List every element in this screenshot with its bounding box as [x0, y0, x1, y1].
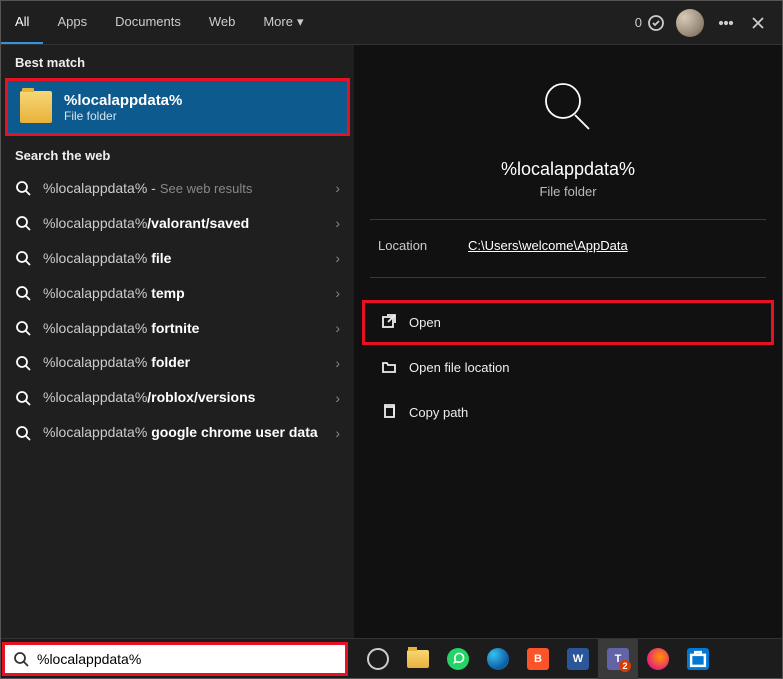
- search-icon: [533, 73, 603, 143]
- tab-web[interactable]: Web: [195, 1, 250, 44]
- web-suggestion[interactable]: %localappdata% -See web results ›: [1, 171, 354, 206]
- chevron-right-icon: ›: [335, 320, 340, 336]
- open-loc-icon: [381, 358, 397, 377]
- chevron-right-icon: ›: [335, 425, 340, 441]
- suggestion-text: %localappdata% temp: [43, 284, 323, 303]
- chevron-right-icon: ›: [335, 285, 340, 301]
- location-label: Location: [378, 238, 468, 253]
- close-button[interactable]: [742, 7, 774, 39]
- rewards-count[interactable]: 0: [635, 13, 666, 33]
- action-open[interactable]: Open: [362, 300, 774, 345]
- cortana-button[interactable]: [358, 639, 398, 679]
- tab-all[interactable]: All: [1, 1, 43, 44]
- search-icon: [15, 355, 31, 371]
- chevron-right-icon: ›: [335, 215, 340, 231]
- action-open-loc[interactable]: Open file location: [362, 345, 774, 390]
- chevron-right-icon: ›: [335, 390, 340, 406]
- best-match-subtitle: File folder: [64, 109, 182, 123]
- search-icon: [13, 651, 29, 667]
- best-match-result[interactable]: %localappdata% File folder: [5, 78, 350, 136]
- store-icon: [687, 648, 709, 670]
- web-suggestions: %localappdata% -See web results › %local…: [1, 171, 354, 450]
- word-button[interactable]: W: [558, 639, 598, 679]
- web-suggestion[interactable]: %localappdata% temp ›: [1, 276, 354, 311]
- close-icon: [751, 16, 765, 30]
- web-suggestion[interactable]: %localappdata% fortnite ›: [1, 311, 354, 346]
- user-avatar[interactable]: [676, 9, 704, 37]
- web-suggestion[interactable]: %localappdata%/roblox/versions ›: [1, 380, 354, 415]
- web-suggestion[interactable]: %localappdata% google chrome user data ›: [1, 415, 354, 450]
- open-icon: [381, 313, 397, 332]
- suggestion-text: %localappdata% -See web results: [43, 179, 323, 198]
- taskbar: B W T: [1, 638, 782, 678]
- taskbar-search[interactable]: [2, 642, 348, 676]
- tab-apps[interactable]: Apps: [43, 1, 101, 44]
- web-suggestion[interactable]: %localappdata% folder ›: [1, 345, 354, 380]
- more-options-button[interactable]: [710, 7, 742, 39]
- action-label: Open file location: [409, 360, 509, 375]
- search-web-label: Search the web: [1, 138, 354, 171]
- edge-icon: [487, 648, 509, 670]
- folder-icon: [20, 91, 52, 123]
- whatsapp-button[interactable]: [438, 639, 478, 679]
- actions-list: Open Open file location Copy path: [354, 300, 782, 435]
- file-explorer-button[interactable]: [398, 639, 438, 679]
- search-icon: [15, 425, 31, 441]
- best-match-title: %localappdata%: [64, 92, 182, 109]
- store-button[interactable]: [678, 639, 718, 679]
- firefox-button[interactable]: [638, 639, 678, 679]
- whatsapp-icon: [447, 648, 469, 670]
- action-copy[interactable]: Copy path: [362, 390, 774, 435]
- suggestion-text: %localappdata% fortnite: [43, 319, 323, 338]
- filter-tabs: All Apps Documents Web More▾: [1, 1, 318, 44]
- preview-subtitle: File folder: [354, 184, 782, 199]
- edge-button[interactable]: [478, 639, 518, 679]
- ellipsis-icon: [718, 15, 734, 31]
- divider: [370, 219, 766, 220]
- divider: [370, 277, 766, 278]
- suggestion-text: %localappdata%/roblox/versions: [43, 388, 323, 407]
- cortana-icon: [367, 648, 389, 670]
- search-icon: [15, 215, 31, 231]
- tab-more[interactable]: More▾: [249, 1, 317, 44]
- preview-panel: %localappdata% File folder Location C:\U…: [354, 45, 782, 638]
- search-icon: [15, 285, 31, 301]
- word-icon: W: [567, 648, 589, 670]
- search-icon: [15, 250, 31, 266]
- tab-documents[interactable]: Documents: [101, 1, 195, 44]
- suggestion-text: %localappdata%/valorant/saved: [43, 214, 323, 233]
- preview-title: %localappdata%: [354, 159, 782, 180]
- suggestion-text: %localappdata% google chrome user data: [43, 423, 323, 442]
- chevron-down-icon: ▾: [297, 14, 304, 30]
- best-match-label: Best match: [1, 45, 354, 78]
- search-icon: [15, 320, 31, 336]
- search-icon: [15, 390, 31, 406]
- teams-button[interactable]: T: [598, 639, 638, 679]
- web-suggestion[interactable]: %localappdata% file ›: [1, 241, 354, 276]
- location-row: Location C:\Users\welcome\AppData: [354, 234, 782, 257]
- chevron-right-icon: ›: [335, 355, 340, 371]
- brave-button[interactable]: B: [518, 639, 558, 679]
- results-panel: Best match %localappdata% File folder Se…: [1, 45, 354, 638]
- teams-icon: T: [607, 648, 629, 670]
- search-icon: [15, 180, 31, 196]
- firefox-icon: [647, 648, 669, 670]
- web-suggestion[interactable]: %localappdata%/valorant/saved ›: [1, 206, 354, 241]
- action-label: Open: [409, 315, 441, 330]
- brave-icon: B: [527, 648, 549, 670]
- suggestion-text: %localappdata% file: [43, 249, 323, 268]
- suggestion-text: %localappdata% folder: [43, 353, 323, 372]
- medal-icon: [646, 13, 666, 33]
- action-label: Copy path: [409, 405, 468, 420]
- copy-icon: [381, 403, 397, 422]
- location-link[interactable]: C:\Users\welcome\AppData: [468, 238, 628, 253]
- chevron-right-icon: ›: [335, 180, 340, 196]
- search-input[interactable]: [37, 651, 345, 667]
- folder-icon: [407, 650, 429, 668]
- chevron-right-icon: ›: [335, 250, 340, 266]
- search-header: All Apps Documents Web More▾ 0: [1, 1, 782, 45]
